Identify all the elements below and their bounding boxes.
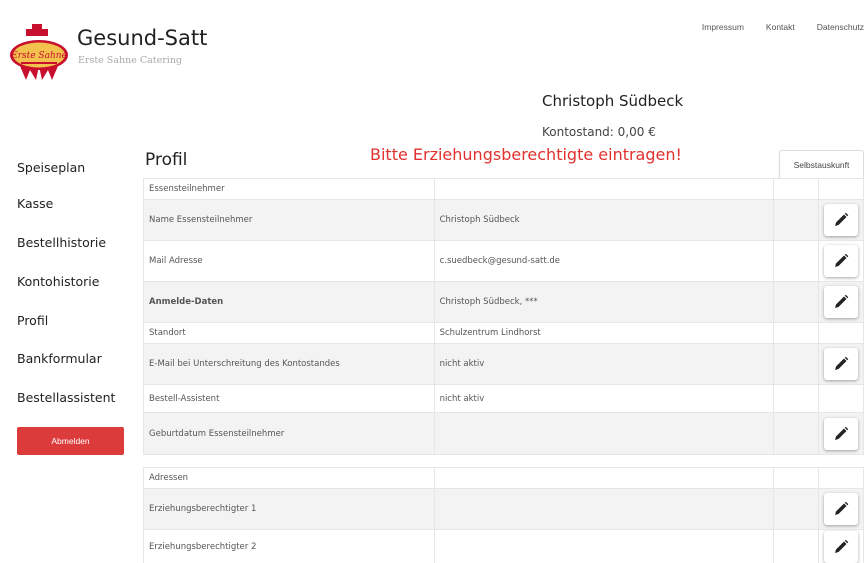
pencil-icon — [834, 212, 849, 226]
row-label: Standort — [143, 322, 435, 344]
table-row: Standort Schulzentrum Lindhorst — [143, 322, 864, 344]
table-row: Anmelde-Daten Christoph Südbeck, *** — [143, 281, 864, 323]
edit-button[interactable] — [823, 493, 858, 525]
table-row: Erziehungsberechtigter 1 — [143, 488, 864, 530]
address-table: Adressen Erziehungsberechtigter 1 Erzieh… — [143, 467, 864, 563]
edit-button[interactable] — [823, 348, 858, 380]
table-header-row: Essensteilnehmer — [143, 178, 864, 200]
pencil-icon — [834, 356, 849, 370]
table-row: Mail Adresse c.suedbeck@gesund-satt.de — [143, 240, 864, 282]
row-value: Schulzentrum Lindhorst — [433, 322, 775, 344]
section-header: Essensteilnehmer — [143, 178, 435, 200]
row-value: Christoph Südbeck — [433, 199, 775, 241]
row-label: Bestell-Assistent — [143, 384, 435, 413]
sidebar-item-profil[interactable]: Profil — [17, 313, 48, 328]
pencil-icon — [834, 253, 849, 267]
brand-logo[interactable]: Erste Sahne — [8, 22, 70, 84]
row-label: Erziehungsberechtigter 2 — [143, 529, 435, 563]
brand-tagline: Erste Sahne Catering — [78, 55, 183, 66]
row-value: nicht aktiv — [433, 384, 775, 413]
row-value — [433, 412, 775, 455]
table-row: Bestell-Assistent nicht aktiv — [143, 384, 864, 413]
row-label: Name Essensteilnehmer — [143, 199, 435, 241]
row-label: E-Mail bei Unterschreitung des Kontostan… — [143, 343, 435, 385]
sidebar-item-bestellassistent[interactable]: Bestellassistent — [17, 390, 115, 405]
pencil-icon — [834, 426, 849, 440]
pencil-icon — [834, 501, 849, 515]
table-row: Geburtdatum Essensteilnehmer — [143, 412, 864, 455]
table-row: E-Mail bei Unterschreitung des Kontostan… — [143, 343, 864, 385]
account-balance: Kontostand: 0,00 € — [542, 125, 656, 139]
section-header: Adressen — [143, 467, 435, 489]
top-nav: Impressum Kontakt Datenschutz — [702, 22, 864, 32]
edit-button[interactable] — [823, 245, 858, 277]
page-title: Profil — [145, 150, 188, 170]
sidebar-item-speiseplan[interactable]: Speiseplan — [17, 160, 85, 175]
logo-image: Erste Sahne — [10, 24, 68, 80]
row-value: Christoph Südbeck, *** — [433, 281, 775, 323]
svg-text:Erste Sahne: Erste Sahne — [10, 51, 67, 61]
table-row: Name Essensteilnehmer Christoph Südbeck — [143, 199, 864, 241]
pencil-icon — [834, 539, 849, 553]
profile-table: Essensteilnehmer Name Essensteilnehmer C… — [143, 178, 864, 455]
kontakt-link[interactable]: Kontakt — [766, 22, 795, 32]
row-label: Geburtdatum Essensteilnehmer — [143, 412, 435, 455]
sidebar-item-kontohistorie[interactable]: Kontohistorie — [17, 274, 99, 289]
sidebar-item-bestellhistorie[interactable]: Bestellhistorie — [17, 235, 106, 250]
table-header-row: Adressen — [143, 467, 864, 489]
impressum-link[interactable]: Impressum — [702, 22, 744, 32]
datenschutz-link[interactable]: Datenschutz — [817, 22, 864, 32]
edit-button[interactable] — [823, 530, 858, 563]
row-label: Erziehungsberechtigter 1 — [143, 488, 435, 530]
edit-button[interactable] — [823, 417, 858, 450]
row-label: Mail Adresse — [143, 240, 435, 282]
sidebar-item-bankformular[interactable]: Bankformular — [17, 351, 102, 366]
guardian-warning: Bitte Erziehungsberechtigte eintragen! — [370, 145, 682, 164]
row-value: c.suedbeck@gesund-satt.de — [433, 240, 775, 282]
brand-name: Gesund-Satt — [77, 26, 208, 50]
edit-button[interactable] — [823, 286, 858, 318]
sidebar-item-kasse[interactable]: Kasse — [17, 196, 53, 211]
row-value: nicht aktiv — [433, 343, 775, 385]
row-label: Anmelde-Daten — [143, 281, 435, 323]
edit-button[interactable] — [823, 204, 858, 236]
selbstauskunft-button[interactable]: Selbstauskunft — [779, 150, 864, 180]
logout-button[interactable]: Abmelden — [17, 427, 124, 455]
pencil-icon — [834, 294, 849, 308]
user-name: Christoph Südbeck — [542, 92, 684, 110]
table-row: Erziehungsberechtigter 2 — [143, 529, 864, 563]
